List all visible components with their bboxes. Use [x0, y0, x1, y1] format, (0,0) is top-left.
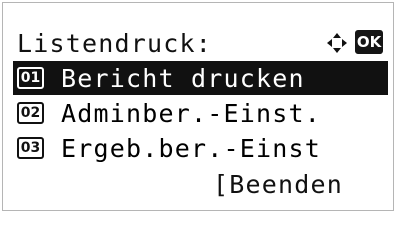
- footer-bar: [Beenden: [3, 167, 343, 201]
- menu-item-ergeb-ber-einst[interactable]: 03 Ergeb.ber.-Einst: [13, 131, 388, 165]
- lcd-panel: Listendruck: OK 01 Bericht drucken 02 Ad…: [2, 2, 394, 211]
- menu-item-label: Bericht drucken: [61, 63, 305, 93]
- menu-item-bericht-drucken[interactable]: 01 Bericht drucken: [13, 61, 388, 95]
- menu-item-adminber-einst[interactable]: 02 Adminber.-Einst.: [13, 96, 388, 130]
- screen-title: Listendruck:: [17, 28, 213, 58]
- menu-item-label: Adminber.-Einst.: [61, 98, 322, 128]
- item-number-badge: 03: [17, 137, 44, 159]
- four-way-arrow-icon: [327, 33, 347, 53]
- menu-item-label: Ergeb.ber.-Einst: [61, 133, 322, 163]
- ok-button[interactable]: OK: [355, 30, 383, 54]
- title-bar: Listendruck: OK: [17, 23, 385, 63]
- item-number-badge: 02: [17, 102, 44, 124]
- item-number-badge: 01: [17, 67, 44, 89]
- exit-softkey-label[interactable]: [Beenden: [213, 170, 343, 199]
